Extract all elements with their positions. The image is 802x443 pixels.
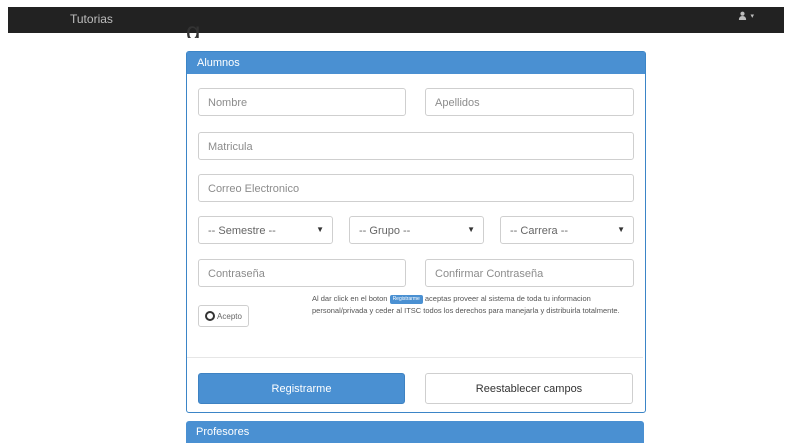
correo-field[interactable] <box>198 174 634 202</box>
divider <box>187 357 643 358</box>
matricula-input[interactable] <box>208 134 633 160</box>
user-icon <box>739 11 747 20</box>
alumnos-panel-title: Alumnos <box>187 52 645 74</box>
terms-before: Al dar click en el boton <box>312 294 388 303</box>
grupo-select[interactable]: -- Grupo -- ▼ <box>349 216 484 244</box>
chevron-down-icon: ▼ <box>617 225 625 234</box>
user-menu[interactable]: ▾ <box>738 11 754 20</box>
nombre-input[interactable] <box>208 90 405 116</box>
navbar-brand[interactable]: Tutorias <box>70 12 113 26</box>
correo-input[interactable] <box>208 176 633 202</box>
semestre-select[interactable]: -- Semestre -- ▼ <box>198 216 333 244</box>
radio-icon <box>205 311 216 321</box>
accept-label: Acepto <box>217 311 242 321</box>
chevron-down-icon: ▾ <box>750 12 754 20</box>
chevron-down-icon: ▼ <box>316 225 324 234</box>
apellidos-input[interactable] <box>435 90 633 116</box>
matricula-field[interactable] <box>198 132 634 160</box>
profesores-panel-title: Profesores <box>186 421 644 443</box>
terms-register-badge: Registrarme <box>389 294 423 304</box>
grupo-selected: -- Grupo -- <box>359 225 411 237</box>
confirmar-contrasena-input[interactable] <box>435 261 633 287</box>
top-navbar: Tutorias ▾ <box>8 7 784 33</box>
contrasena-field[interactable] <box>198 259 406 287</box>
chevron-down-icon: ▼ <box>467 225 475 234</box>
apellidos-field[interactable] <box>425 88 634 116</box>
carrera-select[interactable]: -- Carrera -- ▼ <box>500 216 634 244</box>
carrera-selected: -- Carrera -- <box>510 225 569 237</box>
semestre-selected: -- Semestre -- <box>208 225 276 237</box>
confirmar-contrasena-field[interactable] <box>425 259 634 287</box>
contrasena-input[interactable] <box>208 261 405 287</box>
nombre-field[interactable] <box>198 88 406 116</box>
reset-fields-button[interactable]: Reestablecer campos <box>425 373 633 404</box>
terms-text: Al dar click en el boton Registrarme ace… <box>312 293 632 317</box>
accept-radio[interactable]: Acepto <box>198 305 249 327</box>
register-button[interactable]: Registrarme <box>198 373 405 404</box>
page-title-fragment: g <box>186 26 226 38</box>
